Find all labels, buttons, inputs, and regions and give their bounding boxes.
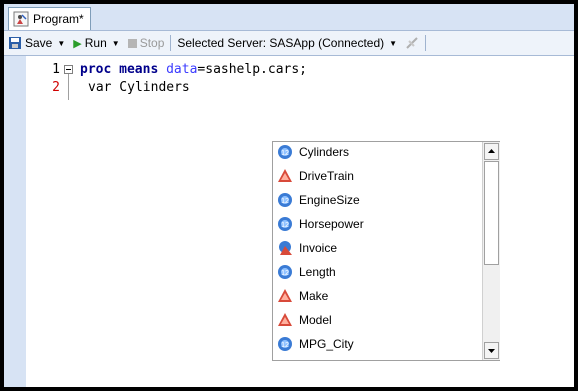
code-line-1: proc means data=sashelp.cars;: [80, 61, 307, 79]
toolbar: Save ▼ ▶ Run ▼ Stop Selected Server: SAS…: [4, 30, 574, 56]
numeric-variable-icon: 12: [278, 145, 292, 159]
fold-collapse-icon[interactable]: [64, 65, 73, 74]
server-selector[interactable]: Selected Server: SASApp (Connected) ▼: [173, 32, 401, 54]
disconnect-button[interactable]: [401, 32, 423, 54]
line-number: 2: [52, 80, 60, 95]
save-button[interactable]: Save ▼: [4, 32, 69, 54]
chevron-down-icon[interactable]: ▼: [112, 39, 120, 48]
dataset-name: =sashelp.cars;: [197, 62, 307, 77]
var-statement: var Cylinders: [88, 80, 190, 95]
tab-program[interactable]: Program*: [8, 7, 91, 30]
svg-text:12: 12: [281, 270, 289, 277]
autocomplete-item[interactable]: 12 Horsepower: [277, 212, 364, 236]
svg-text:12: 12: [281, 198, 289, 205]
scroll-down-button[interactable]: [484, 342, 499, 359]
character-variable-icon: [278, 289, 292, 302]
code-line-2: var Cylinders: [80, 79, 190, 97]
autocomplete-item[interactable]: DriveTrain: [277, 164, 354, 188]
svg-text:12: 12: [281, 342, 289, 349]
autocomplete-item[interactable]: 12 Cylinders: [277, 140, 349, 164]
run-button[interactable]: ▶ Run ▼: [69, 32, 123, 54]
stop-label: Stop: [139, 36, 165, 50]
autocomplete-item[interactable]: Invoice: [277, 236, 337, 260]
line-number: 1: [52, 62, 60, 77]
save-icon: [9, 37, 21, 49]
tab-strip: Program*: [4, 4, 574, 30]
autocomplete-item[interactable]: Make: [277, 284, 328, 308]
program-icon: [13, 11, 29, 27]
autocomplete-item[interactable]: 12 MPG_City: [277, 332, 354, 356]
sas-program-window: Program* Save ▼ ▶ Run ▼ Stop Selected Se…: [4, 4, 574, 387]
option-data: data: [158, 62, 198, 77]
tab-label: Program*: [33, 12, 84, 26]
numeric-variable-icon: 12: [278, 337, 292, 351]
character-variable-icon: [278, 313, 292, 326]
toolbar-separator: [425, 35, 427, 51]
autocomplete-item[interactable]: Model: [277, 308, 332, 332]
currency-variable-icon: [279, 241, 292, 255]
scrollbar-thumb[interactable]: [484, 161, 499, 265]
numeric-variable-icon: 12: [278, 217, 292, 231]
autocomplete-item[interactable]: 12 Length: [277, 260, 336, 284]
scroll-up-button[interactable]: [484, 143, 499, 160]
numeric-variable-icon: 12: [278, 193, 292, 207]
chevron-down-icon[interactable]: ▼: [389, 39, 397, 48]
character-variable-icon: [278, 169, 292, 182]
server-label: Selected Server: SASApp (Connected): [177, 36, 385, 50]
chevron-down-icon[interactable]: ▼: [57, 39, 65, 48]
numeric-variable-icon: 12: [278, 265, 292, 279]
disconnect-icon: [406, 37, 418, 49]
autocomplete-popup: 12 Cylinders DriveTrain 12 EngineSize 12…: [272, 141, 500, 361]
run-label: Run: [84, 36, 107, 50]
arrow-down-icon: [488, 349, 495, 353]
fold-guide: [68, 74, 69, 100]
svg-text:12: 12: [281, 150, 289, 157]
save-label: Save: [25, 36, 53, 50]
autocomplete-item[interactable]: 12 EngineSize: [277, 188, 360, 212]
stop-icon: [127, 38, 137, 48]
play-icon: ▶: [73, 37, 82, 50]
svg-text:12: 12: [281, 222, 289, 229]
stop-button[interactable]: Stop: [124, 32, 169, 54]
autocomplete-scrollbar[interactable]: [482, 142, 500, 360]
keyword-proc-means: proc means: [80, 62, 159, 77]
arrow-up-icon: [488, 149, 495, 153]
toolbar-separator: [170, 35, 172, 51]
